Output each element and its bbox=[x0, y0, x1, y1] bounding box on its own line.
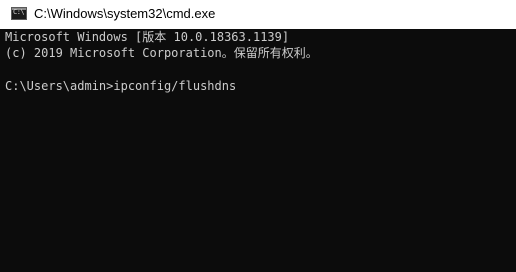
console-command[interactable]: ipconfig/flushdns bbox=[113, 79, 236, 93]
cmd-window: C:\ C:\Windows\system32\cmd.exe Microsof… bbox=[0, 0, 516, 272]
window-title: C:\Windows\system32\cmd.exe bbox=[34, 6, 216, 21]
icon-glyph: C:\ bbox=[13, 8, 25, 16]
console-output[interactable]: Microsoft Windows [版本 10.0.18363.1139] (… bbox=[0, 29, 516, 272]
console-prompt: C:\Users\admin> bbox=[5, 79, 114, 93]
title-bar[interactable]: C:\ C:\Windows\system32\cmd.exe bbox=[0, 0, 516, 28]
console-command-line[interactable]: C:\Users\admin>ipconfig/flushdns bbox=[5, 78, 236, 94]
cmd-icon: C:\ bbox=[11, 7, 27, 20]
console-line-version: Microsoft Windows [版本 10.0.18363.1139] bbox=[5, 30, 290, 44]
console-line-copyright: (c) 2019 Microsoft Corporation。保留所有权利。 bbox=[5, 46, 318, 60]
